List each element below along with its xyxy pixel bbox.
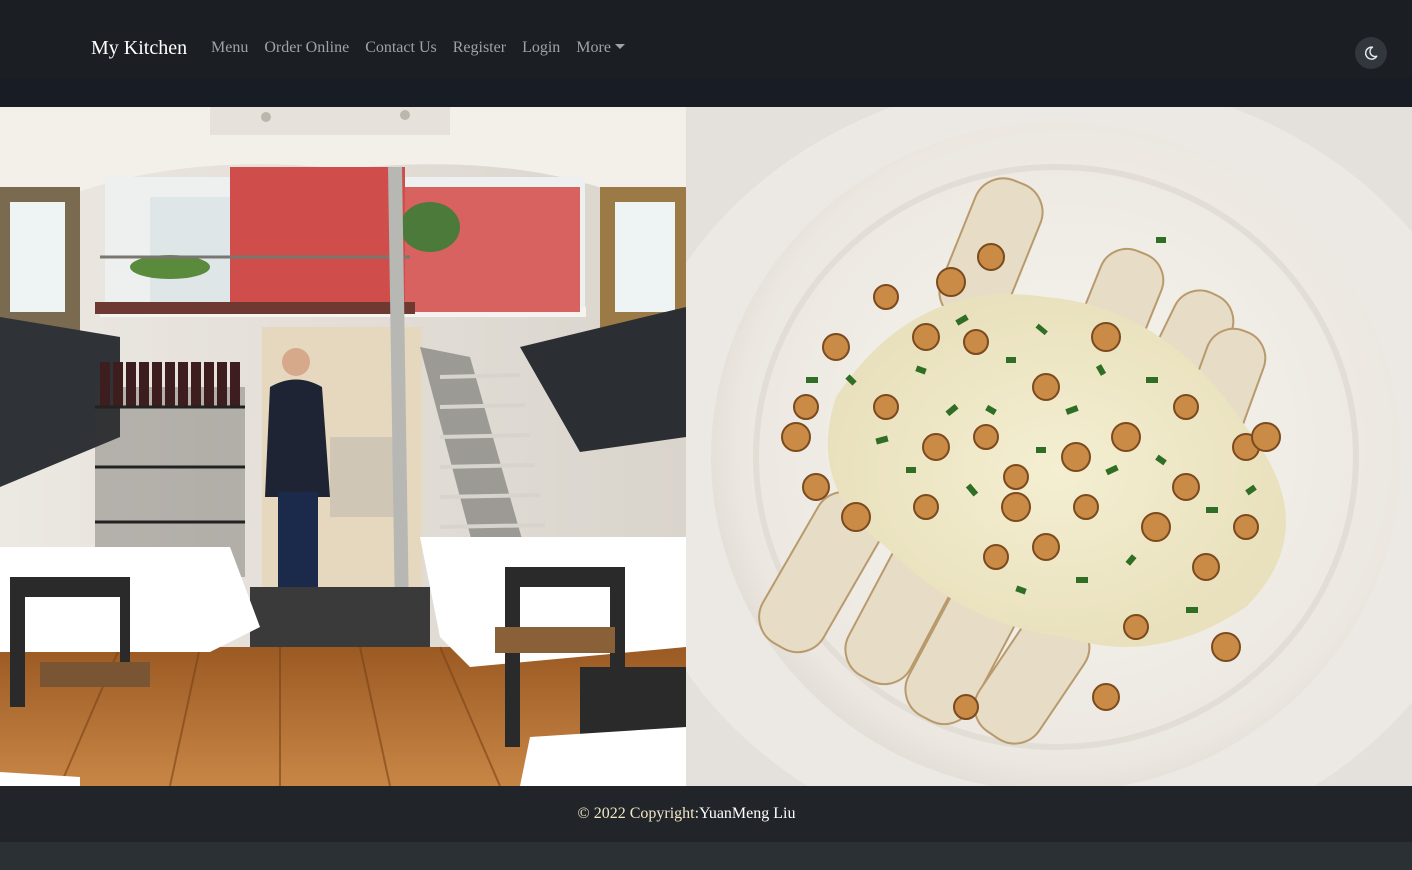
copyright-text: © 2022 Copyright: bbox=[577, 805, 700, 822]
hero-images bbox=[0, 107, 1412, 786]
more-label: More bbox=[576, 39, 611, 56]
nav-link-login[interactable]: Login bbox=[522, 38, 560, 58]
nav-link-register[interactable]: Register bbox=[453, 38, 506, 58]
author-link[interactable]: YuanMeng Liu bbox=[699, 805, 795, 822]
theme-toggle-button[interactable] bbox=[1355, 37, 1387, 69]
more-dropdown[interactable]: More bbox=[576, 38, 625, 58]
navbar: My Kitchen Menu Order Online Contact Us … bbox=[0, 0, 1412, 78]
header-band bbox=[0, 78, 1412, 107]
roasted-salsify-dish-photo bbox=[686, 107, 1412, 786]
footer-copyright: © 2022 Copyright:YuanMeng Liu bbox=[0, 804, 1373, 824]
caret-down-icon bbox=[614, 43, 625, 49]
brand-link[interactable]: My Kitchen bbox=[91, 35, 187, 61]
restaurant-interior-photo bbox=[0, 107, 686, 786]
nav-link-contact-us[interactable]: Contact Us bbox=[365, 38, 437, 58]
nav-links: Menu Order Online Contact Us Register Lo… bbox=[211, 38, 641, 58]
moon-icon bbox=[1364, 46, 1378, 60]
nav-link-order-online[interactable]: Order Online bbox=[264, 38, 349, 58]
footer: © 2022 Copyright:YuanMeng Liu bbox=[0, 786, 1412, 842]
nav-link-menu[interactable]: Menu bbox=[211, 38, 248, 58]
